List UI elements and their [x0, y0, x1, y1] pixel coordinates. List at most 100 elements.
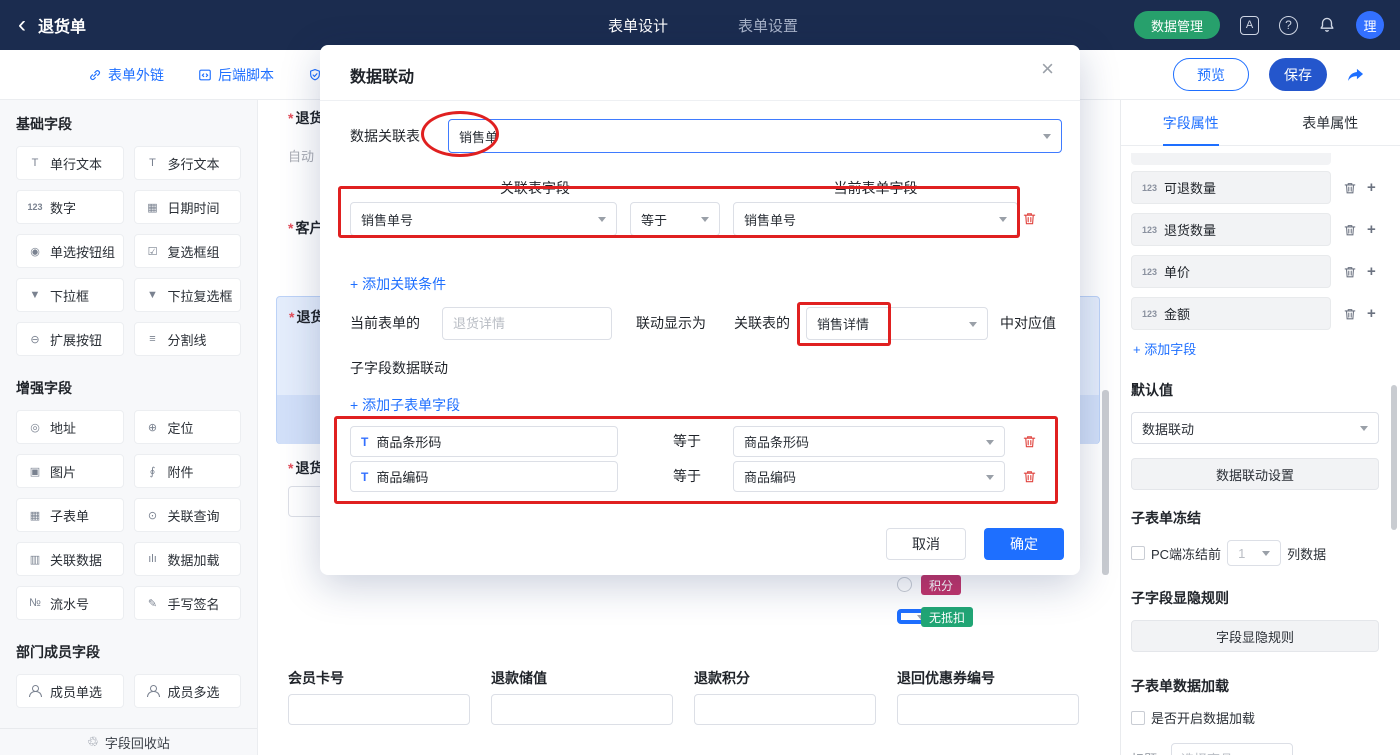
radio-points[interactable]	[897, 577, 912, 592]
basic-fields-grid: T单行文本 T多行文本 123数字 ▦日期时间 ◉单选按钮组 ☑复选框组 ▼下拉…	[16, 146, 241, 356]
relation-table-select[interactable]: 销售单	[448, 119, 1062, 153]
backend-script-link[interactable]: 后端脚本	[198, 65, 274, 85]
default-value-select[interactable]: 数据联动	[1131, 412, 1379, 444]
form-external-link[interactable]: 表单外链	[88, 65, 164, 85]
current-form-prefix: 当前表单的	[350, 307, 420, 340]
column-header-relation-field: 关联表字段	[350, 178, 720, 198]
field-display-rules-button[interactable]: 字段显隐规则	[1131, 620, 1379, 652]
title-label: 标题	[1131, 749, 1157, 755]
attachment-icon: ∮	[144, 465, 162, 478]
notification-bell-icon[interactable]	[1318, 16, 1336, 34]
insert-field-icon[interactable]: +	[1367, 306, 1376, 321]
data-load-checkbox[interactable]	[1131, 711, 1145, 725]
delete-icon[interactable]	[1343, 307, 1357, 321]
freeze-count-select[interactable]: 1	[1227, 540, 1281, 566]
close-icon[interactable]: ×	[1041, 58, 1054, 80]
condition-target-select[interactable]: 销售单号	[733, 202, 1018, 236]
delete-sub-condition-icon[interactable]	[1022, 469, 1037, 484]
relation-field-select[interactable]: 销售详情	[806, 307, 988, 340]
field-item-divider[interactable]: ≡分割线	[134, 322, 242, 356]
sub-field-barcode-input[interactable]: T商品条形码	[350, 426, 618, 457]
delete-icon[interactable]	[1343, 265, 1357, 279]
refund-stored-value-label: 退款储值	[491, 668, 547, 688]
add-subform-field-link[interactable]: + 添加子表单字段	[350, 395, 460, 415]
data-linkage-settings-button[interactable]: 数据联动设置	[1131, 458, 1379, 490]
tab-form-properties[interactable]: 表单属性	[1261, 100, 1400, 145]
sub-operator: 等于	[652, 426, 722, 457]
delete-icon[interactable]	[1343, 223, 1357, 237]
cancel-button[interactable]: 取消	[886, 528, 966, 560]
avatar[interactable]: 理	[1356, 11, 1384, 39]
preview-button[interactable]: 预览	[1173, 58, 1249, 91]
condition-field-select[interactable]: 销售单号	[350, 202, 617, 236]
field-item-serial-number[interactable]: №流水号	[16, 586, 124, 620]
condition-operator-select[interactable]: 等于	[630, 202, 720, 236]
tab-form-settings[interactable]: 表单设置	[738, 15, 798, 36]
field-recycle-bin[interactable]: ♲ 字段回收站	[0, 728, 257, 755]
sub-target-barcode-select[interactable]: 商品条形码	[733, 426, 1005, 457]
field-item-extend-button[interactable]: ⊖扩展按钮	[16, 322, 124, 356]
tab-form-design[interactable]: 表单设计	[608, 15, 668, 36]
field-item-related-data[interactable]: ▥关联数据	[16, 542, 124, 576]
delete-condition-icon[interactable]	[1022, 211, 1037, 226]
sub-target-product-code-select[interactable]: 商品编码	[733, 461, 1005, 492]
field-item-lookup-query[interactable]: ⊙关联查询	[134, 498, 242, 532]
tab-field-properties[interactable]: 字段属性	[1121, 100, 1261, 145]
freeze-checkbox[interactable]	[1131, 546, 1145, 560]
display-as-label: 联动显示为	[636, 307, 706, 340]
return-coupon-input[interactable]	[897, 694, 1079, 725]
field-item-datetime[interactable]: ▦日期时间	[134, 190, 242, 224]
language-icon[interactable]: A	[1240, 16, 1259, 35]
topbar-tabs: 表单设计 表单设置	[608, 0, 798, 50]
data-linkage-modal: 数据联动 × 数据关联表 销售单 关联表字段 当前表单字段 销售单号 等于 销售…	[320, 45, 1080, 575]
delete-sub-condition-icon[interactable]	[1022, 434, 1037, 449]
field-item-address[interactable]: ◎地址	[16, 410, 124, 444]
back-icon[interactable]: ‹	[18, 13, 26, 37]
panel-scrollbar[interactable]	[1391, 385, 1397, 530]
subfield-return-qty[interactable]: 123退货数量	[1131, 213, 1331, 246]
field-item-multi-line-text[interactable]: T多行文本	[134, 146, 242, 180]
field-item-single-line-text[interactable]: T单行文本	[16, 146, 124, 180]
delete-icon[interactable]	[1343, 181, 1357, 195]
field-item-multi-select[interactable]: ▼下拉复选框	[134, 278, 242, 312]
field-item-radio-group[interactable]: ◉单选按钮组	[16, 234, 124, 268]
save-button[interactable]: 保存	[1269, 58, 1327, 91]
subfield-row: 123可退数量 +	[1131, 171, 1390, 204]
field-item-member-multi[interactable]: 成员多选	[134, 674, 242, 708]
insert-field-icon[interactable]: +	[1367, 180, 1376, 195]
refund-stored-value-input[interactable]	[491, 694, 673, 725]
field-item-data-load[interactable]: ılı数据加载	[134, 542, 242, 576]
help-icon[interactable]: ?	[1279, 16, 1298, 35]
field-item-number[interactable]: 123数字	[16, 190, 124, 224]
field-item-subform[interactable]: ▦子表单	[16, 498, 124, 532]
section-title-enhanced-fields: 增强字段	[16, 378, 241, 398]
confirm-button[interactable]: 确定	[984, 528, 1064, 560]
member-card-input[interactable]	[288, 694, 470, 725]
field-item-image[interactable]: ▣图片	[16, 454, 124, 488]
field-item-location[interactable]: ⊕定位	[134, 410, 242, 444]
data-manage-button[interactable]: 数据管理	[1134, 11, 1220, 39]
sub-field-product-code-input[interactable]: T商品编码	[350, 461, 618, 492]
field-item-signature[interactable]: ✎手写签名	[134, 586, 242, 620]
current-form-field-input[interactable]	[442, 307, 612, 340]
subfield-returnable-qty[interactable]: 123可退数量	[1131, 171, 1331, 204]
extend-button-icon: ⊖	[26, 333, 44, 346]
field-item-member-single[interactable]: 成员单选	[16, 674, 124, 708]
add-field-link[interactable]: + 添加字段	[1133, 339, 1390, 358]
share-icon[interactable]	[1347, 67, 1364, 83]
no-deduction-badge: 无抵扣	[921, 607, 973, 627]
insert-field-icon[interactable]: +	[1367, 222, 1376, 237]
subfield-amount[interactable]: 123金额	[1131, 297, 1331, 330]
field-item-checkbox-group[interactable]: ☑复选框组	[134, 234, 242, 268]
refund-points-input[interactable]	[694, 694, 876, 725]
number-icon: 123	[1142, 183, 1157, 193]
subfield-row: 123退货数量 +	[1131, 213, 1390, 246]
field-item-partial[interactable]	[1131, 153, 1331, 165]
field-item-attachment[interactable]: ∮附件	[134, 454, 242, 488]
field-item-select[interactable]: ▼下拉框	[16, 278, 124, 312]
insert-field-icon[interactable]: +	[1367, 264, 1376, 279]
title-value-box[interactable]: 选择商品	[1171, 743, 1293, 755]
add-condition-link[interactable]: + 添加关联条件	[350, 274, 446, 294]
canvas-scrollbar[interactable]	[1102, 390, 1109, 575]
subfield-unit-price[interactable]: 123单价	[1131, 255, 1331, 288]
